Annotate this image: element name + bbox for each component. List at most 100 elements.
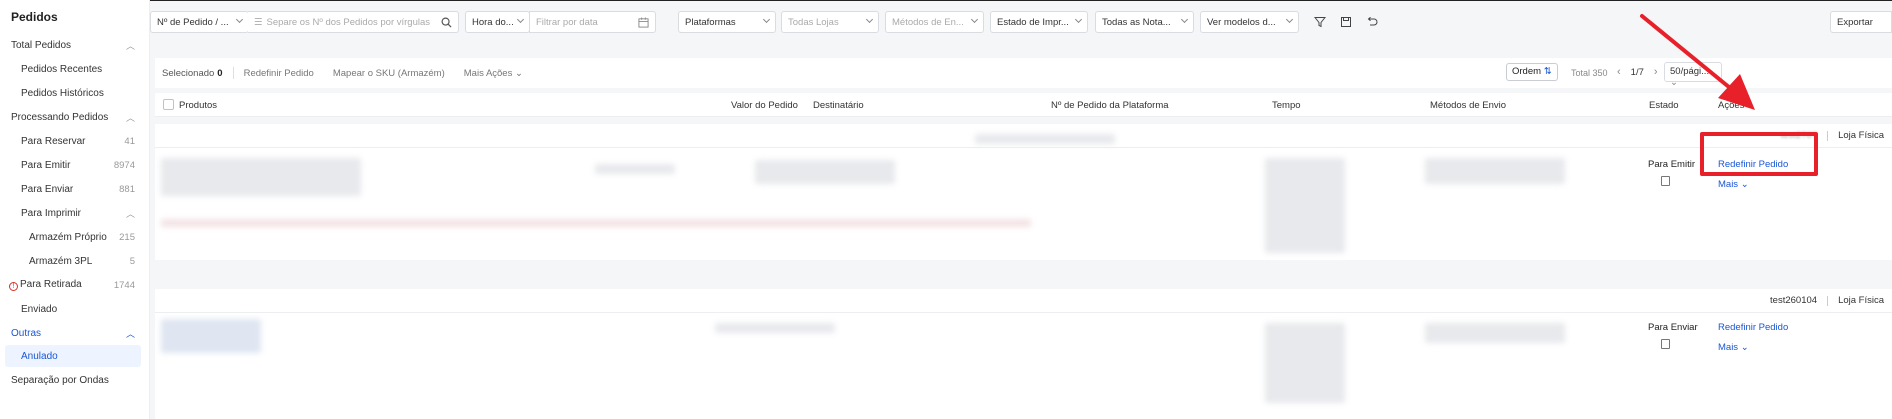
map-sku-button[interactable]: Mapear o SKU (Armazém): [333, 68, 445, 79]
save-icon[interactable]: [1338, 14, 1354, 30]
sidebar-item-para-reservar[interactable]: Para Reservar 41: [0, 130, 141, 152]
select-value: 50/pági...: [1670, 66, 1710, 77]
sidebar-item-label: Para Retirada: [20, 279, 82, 290]
more-label: Mais: [1718, 342, 1739, 353]
chevron-up-icon: ︿: [125, 328, 135, 339]
order-row: test260104 Loja Física Para Enviar Redef…: [155, 289, 1892, 419]
select-value: Estado de Impr...: [997, 16, 1069, 28]
select-value: Plataformas: [685, 16, 736, 28]
chevron-up-icon: ︿: [125, 112, 135, 123]
chevron-up-icon: ︿: [125, 40, 135, 51]
chevron-down-icon: [1285, 15, 1294, 24]
store-name: test260104: [1770, 295, 1818, 306]
sidebar-item-separacao-por-ondas[interactable]: Separação por Ondas: [0, 369, 141, 391]
sidebar-item-label: Armazém 3PL: [29, 255, 93, 267]
next-page-icon[interactable]: ›: [1654, 66, 1658, 78]
sidebar-item-para-imprimir[interactable]: Para Imprimir ︿: [0, 202, 141, 224]
list-icon: ☰: [254, 16, 263, 28]
models-select[interactable]: Ver modelos d...: [1200, 11, 1299, 33]
blurred-value: [595, 164, 675, 174]
blurred-shipping: [1425, 323, 1565, 343]
sidebar-item-label: Armazém Próprio: [29, 231, 107, 243]
column-header: Destinatário: [813, 100, 864, 111]
sidebar-item-count: 8974: [113, 159, 135, 171]
select-all-checkbox[interactable]: [163, 99, 174, 110]
order-store-info: test260104 Loja Física: [1770, 295, 1884, 306]
sidebar-item-label: Total Pedidos: [11, 39, 72, 51]
column-header: Valor do Pedido: [731, 100, 798, 111]
sidebar-item-armazem-3pl[interactable]: Armazém 3PL 5: [0, 250, 141, 272]
selected-counter: Selecionado 0: [162, 68, 223, 79]
sidebar-item-anulado[interactable]: Anulado: [5, 345, 141, 367]
chevron-down-icon: [235, 15, 244, 24]
more-dropdown[interactable]: Mais ⌄: [1718, 342, 1749, 353]
export-button[interactable]: Exportar: [1830, 11, 1892, 33]
chevron-down-icon: ⌄: [1740, 179, 1749, 190]
sidebar-item-label: Enviado: [21, 303, 58, 315]
reset-order-bulk-button[interactable]: Redefinir Pedido: [244, 68, 314, 79]
note-icon[interactable]: [1661, 176, 1670, 186]
sidebar-item-para-enviar[interactable]: Para Enviar 881: [0, 178, 141, 200]
time-type-select[interactable]: Hora do...: [465, 11, 530, 33]
sidebar-item-label: Pedidos Recentes: [21, 63, 103, 75]
chevron-down-icon: [762, 15, 771, 24]
blurred-platform-number: [975, 134, 1115, 144]
sidebar-item-count: 5: [129, 255, 135, 267]
prev-page-icon[interactable]: ‹: [1617, 66, 1621, 78]
page-indicator: 1/7: [1630, 66, 1644, 78]
sidebar-item-label: Processando Pedidos: [11, 111, 109, 123]
sidebar-item-para-retirada[interactable]: ! Para Retirada 1744: [0, 274, 141, 296]
search-icon: [441, 17, 452, 28]
sort-button[interactable]: Ordem ⇅: [1506, 63, 1558, 81]
blurred-product: [161, 319, 261, 353]
stores-select[interactable]: Todas Lojas: [781, 11, 879, 33]
blurred-time: [1265, 323, 1345, 403]
sidebar-item-pedidos-recentes[interactable]: Pedidos Recentes: [0, 58, 141, 80]
more-dropdown[interactable]: Mais ⌄: [1718, 179, 1749, 190]
select-value: Hora do...: [472, 16, 514, 28]
sidebar-item-enviado[interactable]: Enviado: [0, 298, 141, 320]
select-value: Todas Lojas: [788, 16, 839, 28]
date-filter-input[interactable]: Filtrar por data: [529, 11, 656, 33]
more-actions-dropdown[interactable]: Mais Ações ⌄: [464, 68, 523, 79]
more-label: Mais: [1718, 179, 1739, 190]
select-value: Todas as Nota...: [1102, 16, 1171, 28]
platforms-select[interactable]: Plataformas: [678, 11, 776, 33]
store-channel: Loja Física: [1838, 130, 1884, 141]
blurred-product: [161, 158, 361, 196]
divider: [1827, 130, 1829, 141]
chevron-down-icon: [1180, 15, 1189, 24]
note-icon[interactable]: [1661, 339, 1670, 349]
total-count: Total 350: [1571, 68, 1608, 78]
chevron-down-icon: ⌄: [1670, 77, 1678, 88]
invoices-select[interactable]: Todas as Nota...: [1095, 11, 1194, 33]
column-header: Ações: [1718, 100, 1745, 111]
order-numbers-input[interactable]: ☰ Separe os Nº dos Pedidos por vírgulas: [248, 11, 459, 33]
sidebar-item-total-pedidos[interactable]: Total Pedidos ︿: [0, 34, 141, 56]
sidebar-item-para-emitir[interactable]: Para Emitir 8974: [0, 154, 141, 176]
filter-icon[interactable]: [1312, 14, 1328, 30]
column-header: Métodos de Envio: [1430, 100, 1507, 111]
shipping-methods-select[interactable]: Métodos de En...: [885, 11, 984, 33]
reset-icon[interactable]: [1364, 14, 1380, 30]
order-number-type-select[interactable]: Nº de Pedido / ...: [150, 11, 249, 33]
page-size-select[interactable]: 50/pági... ⌄: [1664, 62, 1722, 88]
sidebar-item-label: Pedidos Históricos: [21, 87, 104, 99]
blurred-time: [1265, 158, 1345, 253]
column-header: Estado: [1649, 100, 1679, 111]
print-status-select[interactable]: Estado de Impr...: [990, 11, 1088, 33]
sidebar-title: Pedidos: [11, 10, 58, 24]
sidebar-item-armazem-proprio[interactable]: Armazém Próprio 215: [0, 226, 141, 248]
sidebar-item-label: Anulado: [21, 350, 58, 362]
sidebar-item-pedidos-historicos[interactable]: Pedidos Históricos: [0, 82, 141, 104]
sidebar-item-outras[interactable]: Outras ︿: [0, 322, 141, 344]
sidebar-item-label: Outras: [11, 327, 42, 339]
highlight-box: [1700, 132, 1818, 176]
input-placeholder: Filtrar por data: [536, 16, 598, 28]
sidebar-item-processando-pedidos[interactable]: Processando Pedidos ︿: [0, 106, 141, 128]
sort-icon: ⇅: [1543, 66, 1552, 77]
blurred-alert: [161, 219, 1031, 227]
filter-bar: Nº de Pedido / ... ☰ Separe os Nº dos Pe…: [150, 8, 1892, 36]
reset-order-button[interactable]: Redefinir Pedido: [1718, 322, 1788, 333]
blurred-recipient: [715, 323, 835, 333]
